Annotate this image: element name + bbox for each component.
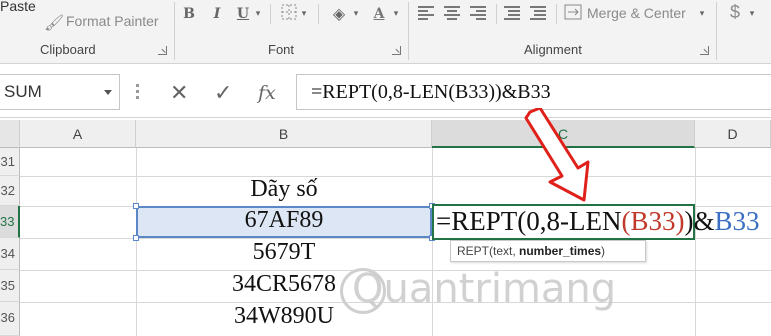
formula-bar: SUM ✕ ✓ fx =REPT(0,8-LEN(B33))&B33: [0, 66, 771, 118]
ribbon: Paste 🖌 Format Painter Clipboard B I U ▾…: [0, 0, 771, 64]
merge-center-button[interactable]: Merge & Center: [587, 5, 686, 21]
divider: [270, 4, 271, 24]
row-header-34[interactable]: 34: [0, 238, 20, 270]
cell-c33-formula[interactable]: =REPT(0,8-LEN(B33))&B33: [436, 206, 760, 237]
row-label: 36: [0, 310, 15, 325]
annotation-arrow-icon: [524, 108, 590, 202]
cell-b34[interactable]: 5679T: [136, 239, 432, 266]
name-box-dropdown-icon[interactable]: [104, 90, 112, 95]
underline-dropdown-icon[interactable]: ▾: [252, 4, 264, 24]
formula-text: =REPT(0,8-LEN: [436, 206, 622, 236]
group-divider: [174, 2, 175, 60]
function-tooltip[interactable]: REPT(text, number_times): [450, 240, 646, 262]
paste-button[interactable]: Paste: [0, 0, 36, 14]
underline-button[interactable]: U: [232, 4, 254, 24]
align-center-icon[interactable]: [444, 6, 460, 21]
fill-color-dropdown-icon[interactable]: ▾: [350, 4, 362, 24]
column-header-a[interactable]: A: [20, 120, 136, 148]
italic-button[interactable]: I: [206, 4, 228, 24]
divider: [318, 4, 319, 24]
column-label: A: [72, 126, 83, 142]
row-label: 32: [0, 183, 15, 198]
currency-dropdown-icon[interactable]: ▾: [746, 4, 758, 24]
bold-button[interactable]: B: [178, 4, 200, 24]
column-header-b[interactable]: B: [136, 120, 432, 148]
row-header-31[interactable]: 31: [0, 148, 20, 176]
row-label: 35: [0, 278, 15, 293]
align-right-icon[interactable]: [470, 6, 486, 21]
group-divider: [408, 2, 409, 60]
enter-icon[interactable]: ✓: [214, 80, 232, 106]
row-header-36[interactable]: 36: [0, 302, 20, 336]
name-box-value: SUM: [4, 82, 42, 101]
font-color-dropdown-icon[interactable]: ▾: [390, 4, 402, 24]
format-painter-icon: 🖌: [44, 15, 65, 32]
row-header-35[interactable]: 35: [0, 270, 20, 302]
row-header-33[interactable]: 33: [0, 206, 20, 238]
column-label: D: [727, 126, 738, 142]
align-left-icon[interactable]: [418, 6, 434, 21]
formula-reference-b33: B33: [630, 206, 676, 236]
watermark-text: Quantrimang: [352, 266, 617, 312]
font-group-label: Font: [268, 42, 295, 57]
formula-text: )&: [684, 206, 715, 236]
cancel-icon[interactable]: ✕: [170, 80, 188, 106]
tooltip-paren: ): [601, 244, 606, 258]
formula-input-value: =REPT(0,8-LEN(B33))&B33: [311, 81, 551, 103]
divider: [496, 4, 497, 24]
alignment-group-label: Alignment: [524, 42, 582, 57]
row-label: 34: [0, 246, 15, 261]
font-launcher-icon[interactable]: [392, 46, 401, 55]
format-painter-button[interactable]: Format Painter: [66, 13, 159, 29]
decrease-indent-icon[interactable]: [504, 6, 520, 21]
font-color-icon[interactable]: A: [368, 4, 390, 24]
merge-center-icon[interactable]: [562, 4, 584, 24]
name-box[interactable]: SUM: [0, 74, 120, 110]
cell-b33[interactable]: 67AF89: [136, 207, 432, 234]
increase-indent-icon[interactable]: [530, 6, 546, 21]
fill-color-icon[interactable]: ◈: [328, 4, 350, 24]
tooltip-function: REPT(text,: [457, 244, 520, 258]
cell-b32[interactable]: Dãy số: [136, 176, 432, 203]
group-divider: [716, 2, 717, 60]
formula-reference-b33: B33: [714, 206, 760, 236]
alignment-launcher-icon[interactable]: [700, 46, 709, 55]
tooltip-argument: number_times: [519, 244, 602, 258]
row-label: 33: [0, 214, 15, 229]
row-header-32[interactable]: 32: [0, 176, 20, 206]
select-all-corner[interactable]: [0, 120, 20, 148]
row-label: 31: [0, 154, 15, 169]
currency-button[interactable]: $: [730, 2, 740, 23]
formula-input[interactable]: =REPT(0,8-LEN(B33))&B33: [296, 74, 771, 110]
borders-dropdown-icon[interactable]: ▾: [298, 4, 310, 24]
clipboard-launcher-icon[interactable]: [158, 46, 167, 55]
column-label: B: [278, 126, 289, 142]
clipboard-group-label: Clipboard: [40, 42, 96, 57]
column-header-d[interactable]: D: [695, 120, 771, 148]
divider: [556, 4, 557, 24]
formula-bar-grip-icon[interactable]: [136, 84, 140, 100]
borders-icon[interactable]: [278, 4, 300, 24]
merge-dropdown-icon[interactable]: ▾: [696, 4, 708, 24]
insert-function-button[interactable]: fx: [258, 82, 276, 104]
